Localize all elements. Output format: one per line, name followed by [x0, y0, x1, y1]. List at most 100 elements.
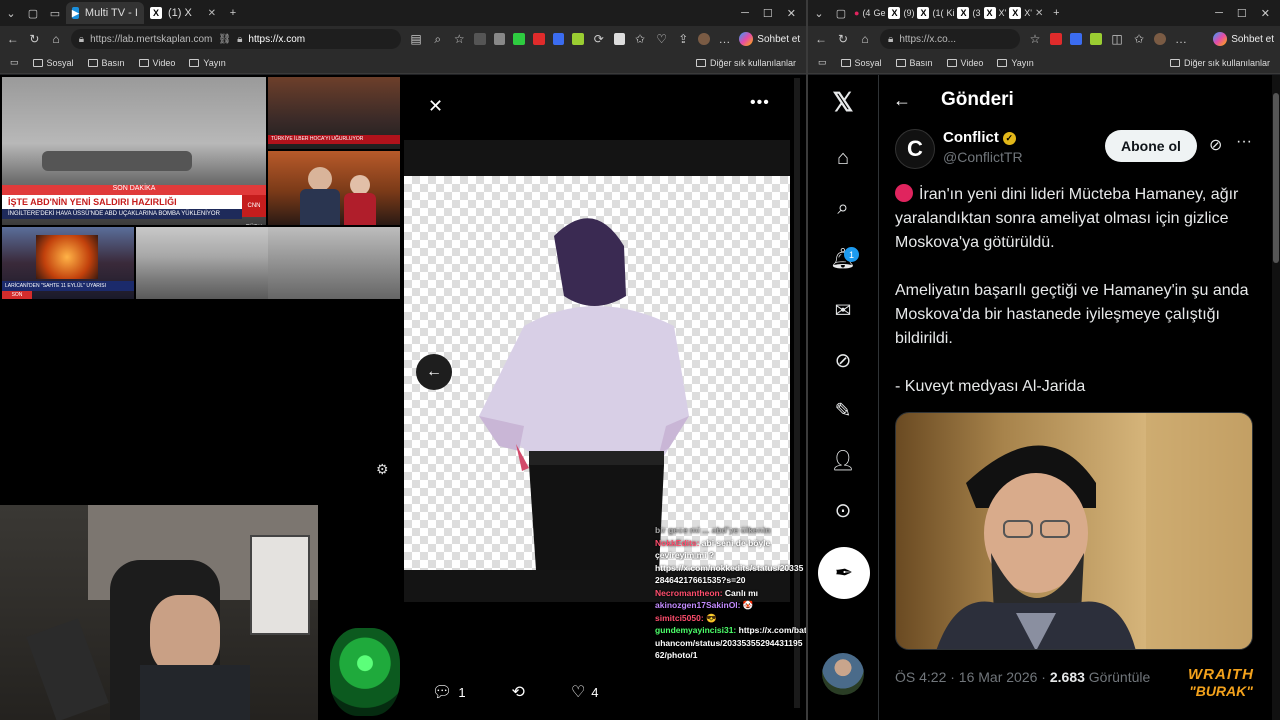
zoom-icon[interactable]: ⌕ — [431, 32, 445, 47]
close-icon[interactable]: ✕ — [1035, 8, 1043, 19]
extension-icon[interactable] — [1070, 33, 1082, 45]
other-favorites[interactable]: Diğer sık kullanılanlar — [1169, 58, 1270, 68]
favorite-star-icon[interactable]: ☆ — [1028, 32, 1042, 46]
profile-avatar[interactable] — [1154, 33, 1166, 45]
close-icon[interactable]: ✕ — [428, 96, 443, 117]
tab-x[interactable]: X (1) X ✕ — [144, 2, 222, 24]
extension-icon[interactable] — [513, 33, 526, 45]
collections-icon[interactable]: ♡ — [655, 32, 669, 46]
reader-icon[interactable]: ▤ — [409, 32, 423, 46]
split-screen-icon[interactable]: ◫ — [1110, 32, 1124, 46]
profile-avatar[interactable] — [698, 33, 710, 45]
sidebar-toggle-icon[interactable]: ▭ — [10, 57, 19, 68]
url-field[interactable]: 🔒︎ https://x.co... — [880, 29, 1020, 49]
close-window-icon[interactable]: ✕ — [1261, 7, 1270, 20]
extension-icon[interactable] — [1050, 33, 1062, 45]
new-tab-icon[interactable]: + — [222, 2, 244, 24]
close-icon[interactable]: ✕ — [208, 8, 216, 19]
bookmark-folder[interactable]: Basın — [87, 58, 125, 68]
other-favorites[interactable]: Diğer sık kullanılanlar — [695, 58, 796, 68]
tab-actions-icon[interactable]: ⌄ — [808, 2, 830, 24]
bookmark-folder[interactable]: Video — [138, 58, 175, 68]
tv-tile-cityscape-1[interactable] — [136, 227, 268, 299]
back-arrow-icon[interactable]: ← — [893, 90, 911, 111]
tv-tile-news-2[interactable]: TÜRKİYE İLBER HOCA'YI UĞURLUYOR — [268, 77, 400, 149]
extension-icon[interactable] — [474, 33, 486, 45]
lists-icon[interactable]: ✎ — [828, 395, 858, 425]
avatar[interactable] — [822, 653, 864, 695]
more-icon[interactable]: … — [718, 32, 732, 46]
back-icon[interactable]: ← — [6, 32, 20, 46]
new-tab-icon[interactable]: + — [1045, 2, 1067, 24]
more-options-icon[interactable]: ••• — [750, 94, 770, 112]
url-field[interactable]: 🔒︎ https://lab.mertskaplan.com ⛓ 🔒︎ http… — [70, 29, 402, 49]
tv-tile-news-4[interactable]: LARİCANİ'DEN "SAHTE 11 EYLÜL" UYARISI SO… — [2, 227, 134, 299]
post-image[interactable] — [895, 412, 1253, 650]
minimize-icon[interactable]: ─ — [741, 7, 749, 20]
mail-icon[interactable]: ✉ — [828, 295, 858, 325]
x-logo-icon: X — [150, 7, 162, 19]
author-handle[interactable]: @ConflictTR — [943, 149, 1023, 165]
copilot-chat-button[interactable]: Sohbet et — [739, 32, 800, 46]
tab-list-icon[interactable]: ▭ — [44, 2, 66, 24]
reload-icon[interactable]: ↻ — [836, 32, 850, 46]
tab-actions-icon[interactable]: ⌄ — [0, 2, 22, 24]
extension-icon[interactable] — [493, 33, 506, 45]
bookmark-folder[interactable]: Video — [946, 58, 983, 68]
like-button[interactable]: ♡ 4 — [571, 682, 599, 702]
x-logo-icon[interactable]: 𝕏 — [828, 87, 858, 117]
maximize-icon[interactable]: ☐ — [1237, 7, 1247, 20]
previous-arrow-icon[interactable]: ← — [416, 354, 452, 390]
extension-icon[interactable] — [533, 33, 545, 45]
tab-multi-tv[interactable]: ▶ Multi TV - I ✕ — [66, 2, 144, 24]
grok-icon[interactable]: ⊘ — [828, 345, 858, 375]
feather-icon: ✒ — [834, 560, 854, 585]
favorite-star-icon[interactable]: ☆ — [452, 32, 466, 46]
search-icon[interactable]: ⌕ — [828, 193, 858, 223]
tv-tile-cityscape-2[interactable] — [268, 227, 400, 299]
home-icon[interactable]: ⌂ — [49, 32, 63, 46]
extension-icon[interactable] — [552, 33, 565, 45]
share-icon[interactable]: ⇪ — [676, 32, 690, 46]
extension-icon[interactable] — [572, 33, 585, 45]
subscribe-button[interactable]: Abone ol — [1105, 130, 1197, 162]
compose-post-button[interactable]: ✒ — [818, 547, 870, 599]
settings-gear-icon[interactable]: ⚙ — [376, 461, 389, 478]
author-name[interactable]: Conflict ✓ — [943, 129, 1023, 146]
back-icon[interactable]: ← — [814, 32, 828, 46]
extension-icon[interactable] — [1090, 33, 1102, 45]
refresh-ext-icon[interactable]: ⟳ — [592, 32, 606, 46]
bookmark-folder[interactable]: Sosyal — [840, 58, 882, 68]
bookmark-folder[interactable]: Yayın — [997, 58, 1034, 68]
reload-icon[interactable]: ↻ — [28, 32, 42, 46]
tab-strip[interactable]: ● (4 Ge X (9) X (1( Ki X (3 X X' X X' ✕ — [852, 2, 1045, 24]
favorites-icon[interactable]: ✩ — [633, 32, 647, 46]
more-icon[interactable]: … — [1174, 32, 1188, 46]
workspaces-icon[interactable]: ▢ — [22, 2, 44, 24]
bookmark-folder[interactable]: Yayın — [189, 58, 226, 68]
workspaces-icon[interactable]: ▢ — [830, 2, 852, 24]
avatar[interactable]: C — [895, 129, 935, 169]
grok-icon[interactable]: ⊘ — [1209, 135, 1222, 155]
reply-button[interactable]: 💬︎ 1 — [432, 682, 466, 702]
more-options-icon[interactable]: ··· — [1236, 133, 1252, 151]
home-icon[interactable]: ⌂ — [828, 143, 858, 173]
bookmark-folder[interactable]: Sosyal — [32, 58, 74, 68]
media-image[interactable] — [404, 176, 790, 570]
favorites-icon[interactable]: ✩ — [1132, 32, 1146, 46]
copilot-chat-button[interactable]: Sohbet et — [1213, 32, 1274, 46]
maximize-icon[interactable]: ☐ — [763, 7, 773, 20]
minimize-icon[interactable]: ─ — [1215, 7, 1223, 20]
x-logo-icon: X — [957, 7, 970, 19]
tv-tile-news-3[interactable] — [268, 151, 400, 225]
more-icon[interactable]: ⊙ — [828, 495, 858, 525]
bookmark-folder[interactable]: Basın — [895, 58, 933, 68]
repost-button[interactable]: ⟲ — [512, 682, 525, 702]
home-icon[interactable]: ⌂ — [858, 32, 872, 46]
tv-tile-news-1[interactable]: SON DAKİKA İŞTE ABD'NİN YENİ SALDIRI HAZ… — [2, 77, 266, 225]
page-scrollbar[interactable] — [1272, 75, 1280, 720]
profile-icon[interactable]: 👤︎ — [828, 445, 858, 475]
split-screen-icon[interactable] — [613, 33, 626, 45]
sidebar-toggle-icon[interactable]: ▭ — [818, 57, 827, 68]
close-window-icon[interactable]: ✕ — [787, 7, 796, 20]
